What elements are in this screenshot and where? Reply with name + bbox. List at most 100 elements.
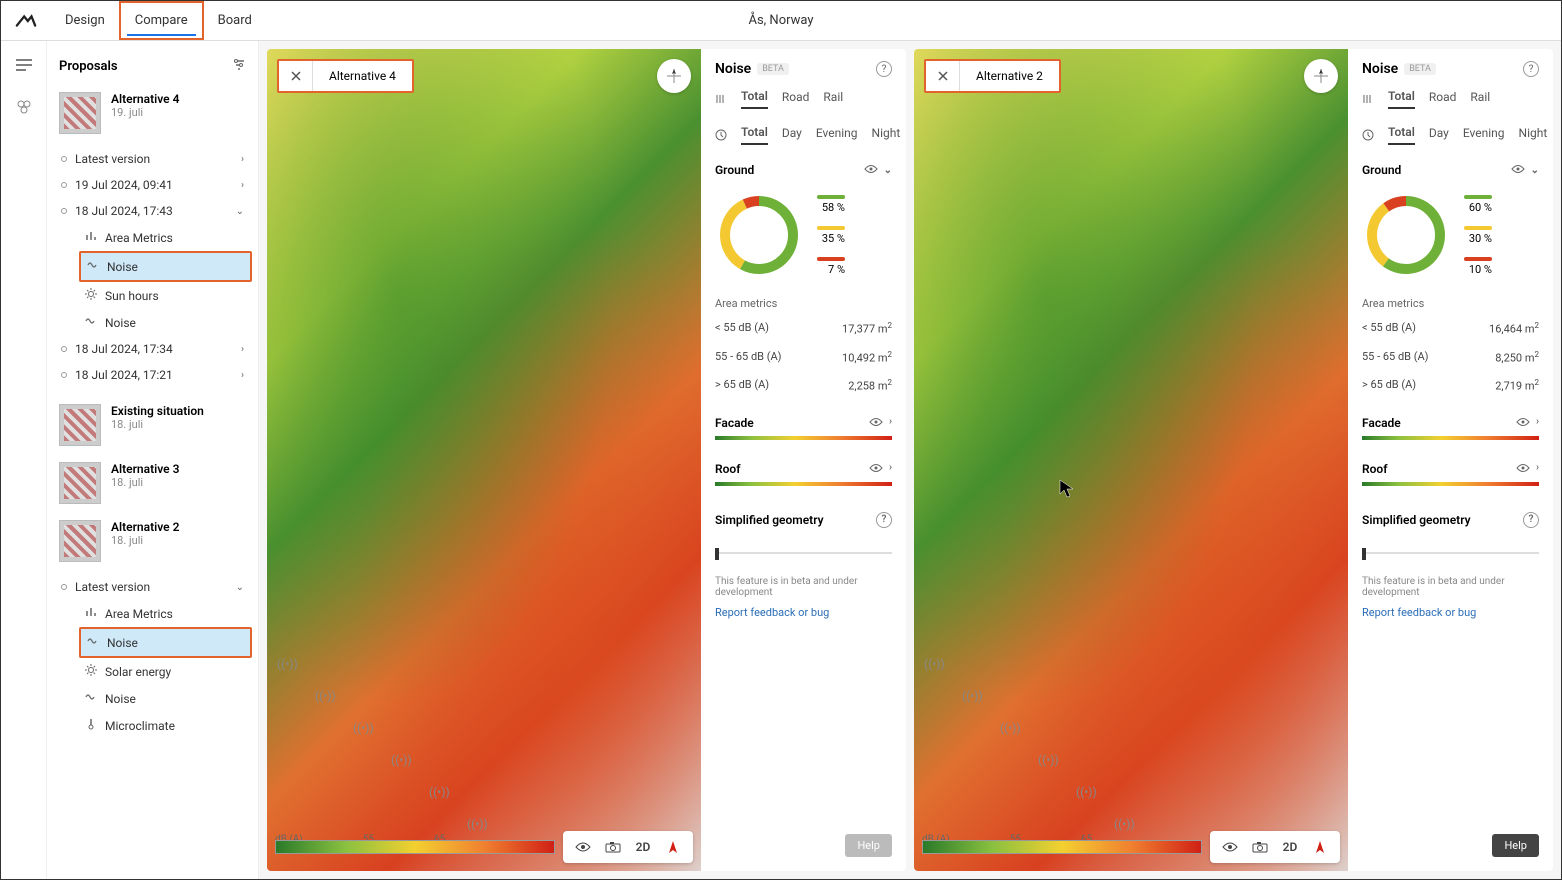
close-pane-button[interactable] xyxy=(926,61,960,91)
source-tab-road[interactable]: Road xyxy=(782,90,810,108)
legend-value: 7 % xyxy=(828,263,845,276)
chevron-right-icon[interactable]: › xyxy=(1536,416,1539,430)
tab-design[interactable]: Design xyxy=(51,1,119,40)
beta-badge: BETA xyxy=(757,63,789,75)
report-link[interactable]: Report feedback or bug xyxy=(1362,606,1539,619)
compass-button[interactable] xyxy=(657,59,691,93)
chevron-down-icon[interactable]: ⌄ xyxy=(884,165,892,176)
north-arrow-icon[interactable] xyxy=(661,835,685,859)
map-viewport[interactable]: Alternative 4dB (A)55652D((•))((•))((•))… xyxy=(267,49,701,871)
version-item[interactable]: 18 Jul 2024, 17:34› xyxy=(53,336,252,362)
version-label: 19 Jul 2024, 09:41 xyxy=(75,178,173,192)
analysis-item-noise[interactable]: Noise xyxy=(79,251,252,282)
rail-menu-icon[interactable] xyxy=(9,53,39,77)
view-2d-button[interactable]: 2D xyxy=(1278,835,1302,859)
version-label: 18 Jul 2024, 17:21 xyxy=(75,368,173,382)
app-logo[interactable] xyxy=(1,14,51,28)
proposal-item[interactable]: Alternative 3 18. juli xyxy=(53,458,252,516)
pane-header: Alternative 4 xyxy=(277,59,414,93)
slider-thumb[interactable] xyxy=(1362,548,1366,560)
ground-section-head[interactable]: Ground⌄ xyxy=(1362,163,1539,177)
report-link[interactable]: Report feedback or bug xyxy=(715,606,892,619)
compass-button[interactable] xyxy=(1304,59,1338,93)
facade-section[interactable]: Facade› xyxy=(715,410,892,436)
compare-content: Alternative 4dB (A)55652D((•))((•))((•))… xyxy=(259,41,1561,879)
camera-icon[interactable] xyxy=(601,835,625,859)
version-item[interactable]: Latest version⌄ xyxy=(53,574,252,600)
time-tab-day[interactable]: Day xyxy=(1429,126,1449,144)
time-tab-evening[interactable]: Evening xyxy=(816,126,858,144)
version-label: 18 Jul 2024, 17:34 xyxy=(75,342,173,356)
proposal-date: 19. juli xyxy=(111,106,179,119)
simplified-slider[interactable] xyxy=(715,548,892,558)
time-tab-evening[interactable]: Evening xyxy=(1463,126,1505,144)
time-tab-night[interactable]: Night xyxy=(1519,126,1548,144)
help-icon[interactable]: ? xyxy=(1523,512,1539,528)
proposal-item[interactable]: Alternative 2 18. juli xyxy=(53,516,252,574)
filter-icon[interactable] xyxy=(232,57,246,76)
version-item[interactable]: Latest version› xyxy=(53,146,252,172)
chevron-down-icon[interactable]: ⌄ xyxy=(1531,165,1539,176)
camera-icon[interactable] xyxy=(1248,835,1272,859)
tab-board[interactable]: Board xyxy=(204,1,266,40)
close-pane-button[interactable] xyxy=(279,61,313,91)
analysis-item-area-metrics[interactable]: Area Metrics xyxy=(79,600,252,627)
chevron-right-icon[interactable]: › xyxy=(889,416,892,430)
help-icon[interactable]: ? xyxy=(876,61,892,77)
noise-source-icon: ((•)) xyxy=(1076,785,1097,799)
facade-section[interactable]: Facade› xyxy=(1362,410,1539,436)
time-tab-total[interactable]: Total xyxy=(741,125,768,145)
analysis-item-area-metrics[interactable]: Area Metrics xyxy=(79,224,252,251)
chevron-right-icon[interactable]: › xyxy=(889,462,892,476)
map-viewport[interactable]: Alternative 2dB (A)55652D((•))((•))((•))… xyxy=(914,49,1348,871)
help-icon[interactable]: ? xyxy=(1523,61,1539,77)
noise-source-icon: ((•)) xyxy=(315,689,336,703)
analysis-item-microclimate[interactable]: Microclimate xyxy=(79,712,252,739)
viewport-footer: 2D xyxy=(922,831,1340,863)
roof-section[interactable]: Roof› xyxy=(1362,456,1539,482)
proposal-item[interactable]: Alternative 4 19. juli xyxy=(53,88,252,146)
source-tab-total[interactable]: Total xyxy=(1388,89,1415,109)
north-arrow-icon[interactable] xyxy=(1308,835,1332,859)
version-item[interactable]: 18 Jul 2024, 17:43⌄ xyxy=(53,198,252,224)
chevron-right-icon[interactable]: › xyxy=(1536,462,1539,476)
simplified-slider[interactable] xyxy=(1362,548,1539,558)
eye-icon[interactable] xyxy=(1218,835,1242,859)
eye-icon[interactable] xyxy=(869,462,883,476)
source-tab-total[interactable]: Total xyxy=(741,89,768,109)
source-tab-road[interactable]: Road xyxy=(1429,90,1457,108)
source-tab-rail[interactable]: Rail xyxy=(823,90,843,108)
eye-icon[interactable] xyxy=(1511,163,1525,177)
rail-layers-icon[interactable] xyxy=(9,95,39,119)
proposal-item[interactable]: Existing situation 18. juli xyxy=(53,400,252,458)
source-tab-rail[interactable]: Rail xyxy=(1470,90,1490,108)
analysis-item-noise[interactable]: Noise xyxy=(79,309,252,336)
donut-chart-row: 60 %30 %10 % xyxy=(1362,191,1539,279)
bullet-icon xyxy=(61,156,67,162)
top-tabs: Design Compare Board xyxy=(51,1,266,40)
help-button[interactable]: Help xyxy=(1492,834,1539,857)
time-tab-night[interactable]: Night xyxy=(872,126,901,144)
analysis-item-solar-energy[interactable]: Solar energy xyxy=(79,658,252,685)
tab-compare[interactable]: Compare xyxy=(119,1,204,40)
time-tab-day[interactable]: Day xyxy=(782,126,802,144)
view-2d-button[interactable]: 2D xyxy=(631,835,655,859)
analysis-item-noise[interactable]: Noise xyxy=(79,685,252,712)
ground-section-head[interactable]: Ground⌄ xyxy=(715,163,892,177)
time-tab-total[interactable]: Total xyxy=(1388,125,1415,145)
version-item[interactable]: 19 Jul 2024, 09:41› xyxy=(53,172,252,198)
eye-icon[interactable] xyxy=(869,416,883,430)
help-icon[interactable]: ? xyxy=(876,512,892,528)
eye-icon[interactable] xyxy=(571,835,595,859)
help-button[interactable]: Help xyxy=(845,834,892,857)
analysis-item-noise[interactable]: Noise xyxy=(79,627,252,658)
eye-icon[interactable] xyxy=(1516,462,1530,476)
compare-pane: Alternative 4dB (A)55652D((•))((•))((•))… xyxy=(267,49,906,871)
roof-section[interactable]: Roof› xyxy=(715,456,892,482)
analysis-item-sun-hours[interactable]: Sun hours xyxy=(79,282,252,309)
eye-icon[interactable] xyxy=(864,163,878,177)
legend-value: 10 % xyxy=(1469,263,1492,276)
eye-icon[interactable] xyxy=(1516,416,1530,430)
slider-thumb[interactable] xyxy=(715,548,719,560)
version-item[interactable]: 18 Jul 2024, 17:21› xyxy=(53,362,252,388)
